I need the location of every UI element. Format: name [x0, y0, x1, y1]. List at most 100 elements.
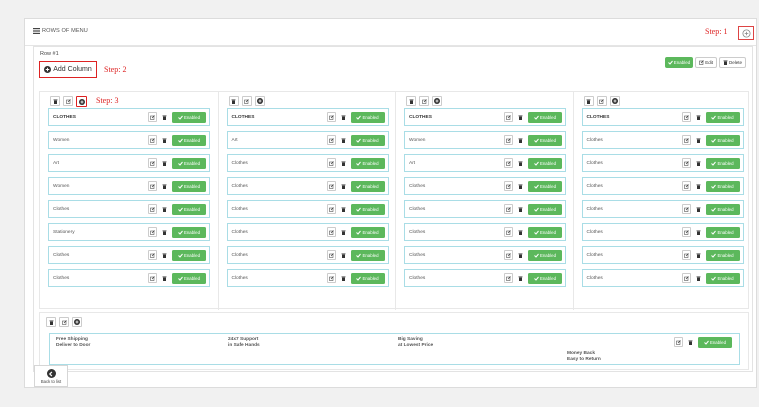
edit-item-button[interactable]: [326, 204, 336, 214]
add-item-button[interactable]: [609, 96, 620, 106]
item-enabled-button[interactable]: Enabled: [172, 180, 206, 192]
item-enabled-button[interactable]: Enabled: [350, 134, 385, 146]
row-enabled-button[interactable]: Enabled: [664, 57, 694, 68]
edit-column-button[interactable]: [419, 96, 429, 106]
edit-item-button[interactable]: [148, 135, 157, 145]
delete-item-button[interactable]: [686, 337, 695, 347]
item-enabled-button[interactable]: Enabled: [350, 226, 385, 238]
delete-item-button[interactable]: [338, 112, 348, 122]
edit-item-button[interactable]: [148, 181, 157, 191]
item-enabled-button[interactable]: Enabled: [705, 249, 740, 261]
delete-item-button[interactable]: [338, 158, 348, 168]
delete-item-button[interactable]: [338, 273, 348, 283]
edit-item-button[interactable]: [326, 273, 336, 283]
delete-column-button[interactable]: [406, 96, 416, 106]
item-enabled-button[interactable]: Enabled: [705, 203, 740, 215]
delete-item-button[interactable]: [693, 250, 703, 260]
delete-item-button[interactable]: [516, 204, 525, 214]
delete-item-button[interactable]: [516, 158, 525, 168]
add-item-button[interactable]: [72, 317, 82, 327]
delete-item-button[interactable]: [160, 135, 169, 145]
item-enabled-button[interactable]: Enabled: [528, 157, 562, 169]
delete-item-button[interactable]: [516, 273, 525, 283]
delete-item-button[interactable]: [693, 204, 703, 214]
delete-item-button[interactable]: [338, 250, 348, 260]
edit-item-button[interactable]: [504, 273, 513, 283]
edit-item-button[interactable]: [681, 227, 691, 237]
item-enabled-button[interactable]: Enabled: [705, 157, 740, 169]
row-delete-button[interactable]: Delete: [718, 57, 746, 68]
delete-item-button[interactable]: [693, 273, 703, 283]
edit-item-button[interactable]: [148, 112, 157, 122]
delete-column-button[interactable]: [46, 317, 56, 327]
item-enabled-button[interactable]: Enabled: [528, 249, 562, 261]
item-enabled-button[interactable]: Enabled: [528, 272, 562, 284]
add-item-button[interactable]: [432, 96, 442, 106]
edit-item-button[interactable]: [504, 181, 513, 191]
delete-item-button[interactable]: [693, 227, 703, 237]
edit-item-button[interactable]: [504, 204, 513, 214]
edit-item-button[interactable]: [326, 250, 336, 260]
edit-item-button[interactable]: [326, 135, 336, 145]
edit-item-button[interactable]: [681, 112, 691, 122]
edit-item-button[interactable]: [148, 204, 157, 214]
item-enabled-button[interactable]: Enabled: [172, 134, 206, 146]
edit-column-button[interactable]: [63, 96, 73, 106]
edit-column-button[interactable]: [241, 96, 252, 106]
delete-item-button[interactable]: [516, 181, 525, 191]
edit-item-button[interactable]: [148, 158, 157, 168]
edit-item-button[interactable]: [681, 181, 691, 191]
edit-item-button[interactable]: [681, 204, 691, 214]
delete-item-button[interactable]: [516, 135, 525, 145]
delete-column-button[interactable]: [583, 96, 594, 106]
item-enabled-button[interactable]: Enabled: [528, 203, 562, 215]
item-enabled-button[interactable]: Enabled: [172, 272, 206, 284]
edit-item-button[interactable]: [674, 337, 683, 347]
item-enabled-button[interactable]: Enabled: [350, 157, 385, 169]
edit-item-button[interactable]: [681, 158, 691, 168]
item-enabled-button[interactable]: Enabled: [528, 134, 562, 146]
edit-item-button[interactable]: [326, 112, 336, 122]
delete-item-button[interactable]: [516, 112, 525, 122]
delete-item-button[interactable]: [516, 227, 525, 237]
item-enabled-button[interactable]: Enabled: [172, 111, 206, 123]
delete-item-button[interactable]: [693, 181, 703, 191]
add-row-button[interactable]: [738, 26, 754, 40]
edit-item-button[interactable]: [148, 227, 157, 237]
edit-item-button[interactable]: [681, 135, 691, 145]
item-enabled-button[interactable]: Enabled: [172, 157, 206, 169]
item-enabled-button[interactable]: Enabled: [172, 203, 206, 215]
delete-item-button[interactable]: [516, 250, 525, 260]
edit-item-button[interactable]: [681, 273, 691, 283]
item-enabled-button[interactable]: Enabled: [528, 226, 562, 238]
delete-item-button[interactable]: [160, 273, 169, 283]
delete-item-button[interactable]: [160, 158, 169, 168]
delete-item-button[interactable]: [338, 204, 348, 214]
delete-item-button[interactable]: [338, 227, 348, 237]
add-item-button[interactable]: [254, 96, 265, 106]
edit-item-button[interactable]: [504, 112, 513, 122]
edit-item-button[interactable]: [681, 250, 691, 260]
item-enabled-button[interactable]: Enabled: [350, 203, 385, 215]
delete-item-button[interactable]: [160, 112, 169, 122]
back-to-list-button[interactable]: Back to list: [34, 365, 68, 387]
edit-item-button[interactable]: [326, 158, 336, 168]
item-enabled-button[interactable]: Enabled: [172, 226, 206, 238]
edit-column-button[interactable]: [59, 317, 69, 327]
delete-item-button[interactable]: [160, 181, 169, 191]
delete-item-button[interactable]: [338, 181, 348, 191]
delete-item-button[interactable]: [693, 158, 703, 168]
delete-item-button[interactable]: [693, 112, 703, 122]
item-enabled-button[interactable]: Enabled: [705, 134, 740, 146]
delete-item-button[interactable]: [160, 227, 169, 237]
edit-item-button[interactable]: [148, 273, 157, 283]
delete-item-button[interactable]: [693, 135, 703, 145]
item-enabled-button[interactable]: Enabled: [528, 180, 562, 192]
delete-column-button[interactable]: [50, 96, 60, 106]
edit-item-button[interactable]: [148, 250, 157, 260]
delete-column-button[interactable]: [228, 96, 239, 106]
add-column-button[interactable]: Add Column: [39, 61, 97, 78]
row-edit-button[interactable]: Edit: [695, 57, 717, 68]
edit-item-button[interactable]: [326, 181, 336, 191]
delete-item-button[interactable]: [160, 250, 169, 260]
